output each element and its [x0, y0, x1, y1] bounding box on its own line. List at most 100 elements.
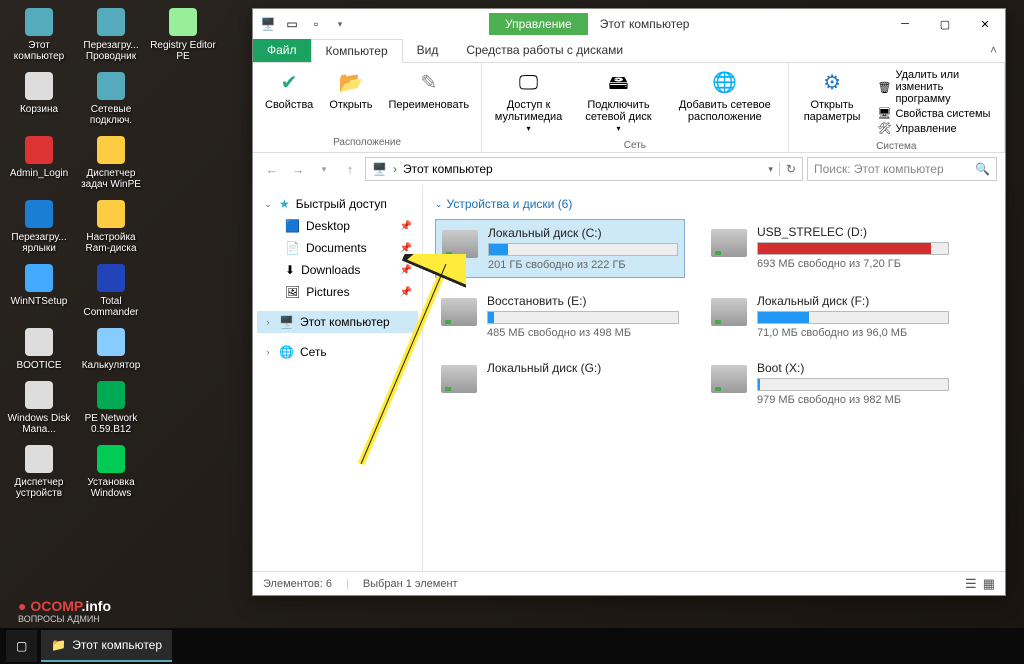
view-tiles-icon[interactable]: ▦: [983, 576, 995, 592]
statusbar: Элементов: 6 | Выбран 1 элемент ☰ ▦: [253, 571, 1005, 595]
desktop-icon[interactable]: Admin_Login: [4, 132, 74, 192]
drive-name: Локальный диск (G:): [487, 361, 679, 375]
status-selection: Выбран 1 элемент: [363, 578, 458, 590]
search-input[interactable]: Поиск: Этот компьютер 🔍: [807, 157, 997, 181]
pc-icon: 🖥️: [279, 315, 294, 329]
drive-free-text: 201 ГБ свободно из 222 ГБ: [488, 259, 678, 271]
pc-icon: 🖥️: [372, 162, 387, 176]
search-icon[interactable]: 🔍: [975, 162, 990, 176]
desktop-icon[interactable]: Registry Editor PE: [148, 4, 218, 64]
maximize-button[interactable]: ▢: [925, 10, 965, 38]
desktop-icon[interactable]: Установка Windows: [76, 441, 146, 501]
tab-computer[interactable]: Компьютер: [311, 39, 403, 63]
desktop-icon[interactable]: Этот компьютер: [4, 4, 74, 64]
navbar: ← → ▾ ↑ 🖥️ › Этот компьютер ▾ ↻ Поиск: Э…: [253, 153, 1005, 185]
drive-icon: [711, 365, 747, 393]
uninstall-button[interactable]: 🗑Удалить или изменить программу: [877, 69, 994, 105]
drive-icon: [441, 365, 477, 393]
desktop-icon[interactable]: WinNTSetup: [4, 260, 74, 320]
desktop-icon[interactable]: Перезагру... Проводник: [76, 4, 146, 64]
view-details-icon[interactable]: ☰: [965, 576, 977, 592]
ribbon-collapse-icon[interactable]: ˄: [982, 39, 1005, 62]
watermark-dot: ●: [18, 598, 26, 614]
qat-new-icon[interactable]: ▫: [307, 15, 325, 33]
refresh-button[interactable]: ↻: [779, 162, 796, 176]
group-location-label: Расположение: [259, 135, 475, 150]
content-area: ⌄Устройства и диски (6) Локальный диск (…: [423, 185, 1005, 571]
drive-icon: [711, 229, 747, 257]
tab-view[interactable]: Вид: [403, 39, 453, 62]
manage-button[interactable]: 🛠Управление: [877, 122, 994, 135]
system-props-button[interactable]: 🖥Свойства системы: [877, 107, 994, 120]
sidebar-item[interactable]: 🖼Pictures📌: [257, 281, 418, 303]
drive-item[interactable]: USB_STRELEC (D:) 693 МБ свободно из 7,20…: [705, 219, 955, 278]
desktop-icon[interactable]: Перезагру... ярлыки: [4, 196, 74, 256]
close-button[interactable]: ✕: [965, 10, 1005, 38]
up-button[interactable]: ↑: [339, 158, 361, 180]
qat-props-icon[interactable]: ▭: [283, 15, 301, 33]
forward-button[interactable]: →: [287, 158, 309, 180]
address-path: Этот компьютер: [403, 162, 493, 176]
sidebar: ⌄★Быстрый доступ 🟦Desktop📌📄Documents📌⬇Do…: [253, 185, 423, 571]
sidebar-this-pc[interactable]: ›🖥️Этот компьютер: [257, 311, 418, 333]
watermark: ● OCOMP.info ВОПРОСЫ АДМИН: [18, 598, 111, 624]
desktop-icon[interactable]: Калькулятор: [76, 324, 146, 373]
status-count: Элементов: 6: [263, 578, 332, 590]
drive-free-text: 485 МБ свободно из 498 МБ: [487, 327, 679, 339]
drive-free-text: 979 МБ свободно из 982 МБ: [757, 394, 949, 406]
ribbon: ✔Свойства 📂Открыть ✎Переименовать Распол…: [253, 63, 1005, 153]
tab-drive-tools[interactable]: Средства работы с дисками: [452, 39, 637, 62]
explorer-window: 🖥️ ▭ ▫ ▾ Управление Этот компьютер ─ ▢ ✕…: [252, 8, 1006, 596]
desktop-icon[interactable]: Диспетчер устройств: [4, 441, 74, 501]
desktop-icon[interactable]: Корзина: [4, 68, 74, 128]
section-header[interactable]: ⌄Устройства и диски (6): [435, 193, 993, 219]
desktop-icon[interactable]: Сетевые подключ.: [76, 68, 146, 128]
drive-item[interactable]: Локальный диск (F:) 71,0 МБ свободно из …: [705, 288, 955, 345]
desktop-icon[interactable]: PE Network 0.59.B12: [76, 377, 146, 437]
desktop: Этот компьютерПерезагру... ПроводникRegi…: [0, 0, 240, 505]
media-access-button[interactable]: 🖵Доступ к мультимедиа▾: [488, 65, 569, 138]
uninstall-icon: 🗑: [877, 81, 891, 94]
sidebar-item[interactable]: 🟦Desktop📌: [257, 215, 418, 237]
drive-free-text: 71,0 МБ свободно из 96,0 МБ: [757, 327, 949, 339]
sidebar-item[interactable]: ⬇Downloads📌: [257, 259, 418, 281]
recent-dropdown[interactable]: ▾: [313, 158, 335, 180]
add-network-button[interactable]: 🌐Добавить сетевое расположение: [668, 65, 782, 127]
taskbar-explorer[interactable]: 📁Этот компьютер: [41, 630, 172, 662]
group-system-label: Система: [795, 139, 998, 154]
ribbon-tabs: Файл Компьютер Вид Средства работы с дис…: [253, 39, 1005, 63]
window-title: Этот компьютер: [588, 17, 690, 31]
drive-item[interactable]: Локальный диск (C:) 201 ГБ свободно из 2…: [435, 219, 685, 278]
drive-name: Boot (X:): [757, 361, 949, 375]
taskbar-terminal[interactable]: ▢: [6, 630, 37, 662]
sidebar-network[interactable]: ›🌐Сеть: [257, 341, 418, 363]
desktop-icon[interactable]: Total Commander: [76, 260, 146, 320]
desktop-icon[interactable]: Настройка Ram-диска: [76, 196, 146, 256]
folder-icon: 📁: [51, 638, 66, 652]
open-button[interactable]: 📂Открыть: [323, 65, 378, 115]
desktop-icon[interactable]: BOOTICE: [4, 324, 74, 373]
context-tab[interactable]: Управление: [489, 13, 588, 35]
desktop-icon[interactable]: Windows Disk Mana...: [4, 377, 74, 437]
rename-button[interactable]: ✎Переименовать: [383, 65, 476, 115]
sidebar-item[interactable]: 📄Documents📌: [257, 237, 418, 259]
drive-item[interactable]: Локальный диск (G:): [435, 355, 685, 412]
properties-button[interactable]: ✔Свойства: [259, 65, 319, 115]
tab-file[interactable]: Файл: [253, 39, 311, 62]
desktop-icon[interactable]: Диспетчер задач WinPE: [76, 132, 146, 192]
map-drive-button[interactable]: 🖴Подключить сетевой диск▾: [573, 65, 664, 138]
minimize-button[interactable]: ─: [885, 10, 925, 38]
group-network-label: Сеть: [488, 138, 781, 153]
sidebar-quick-access[interactable]: ⌄★Быстрый доступ: [257, 193, 418, 215]
pin-icon: 📌: [400, 221, 412, 232]
drive-name: Локальный диск (C:): [488, 226, 678, 240]
qat-dropdown-icon[interactable]: ▾: [331, 15, 349, 33]
titlebar: 🖥️ ▭ ▫ ▾ Управление Этот компьютер ─ ▢ ✕: [253, 9, 1005, 39]
network-icon: 🌐: [279, 345, 294, 359]
back-button[interactable]: ←: [261, 158, 283, 180]
drive-item[interactable]: Boot (X:) 979 МБ свободно из 982 МБ: [705, 355, 955, 412]
open-settings-button[interactable]: ⚙Открыть параметры: [795, 65, 870, 127]
pc-icon: 🖥️: [259, 15, 277, 33]
drive-item[interactable]: Восстановить (E:) 485 МБ свободно из 498…: [435, 288, 685, 345]
address-bar[interactable]: 🖥️ › Этот компьютер ▾ ↻: [365, 157, 803, 181]
